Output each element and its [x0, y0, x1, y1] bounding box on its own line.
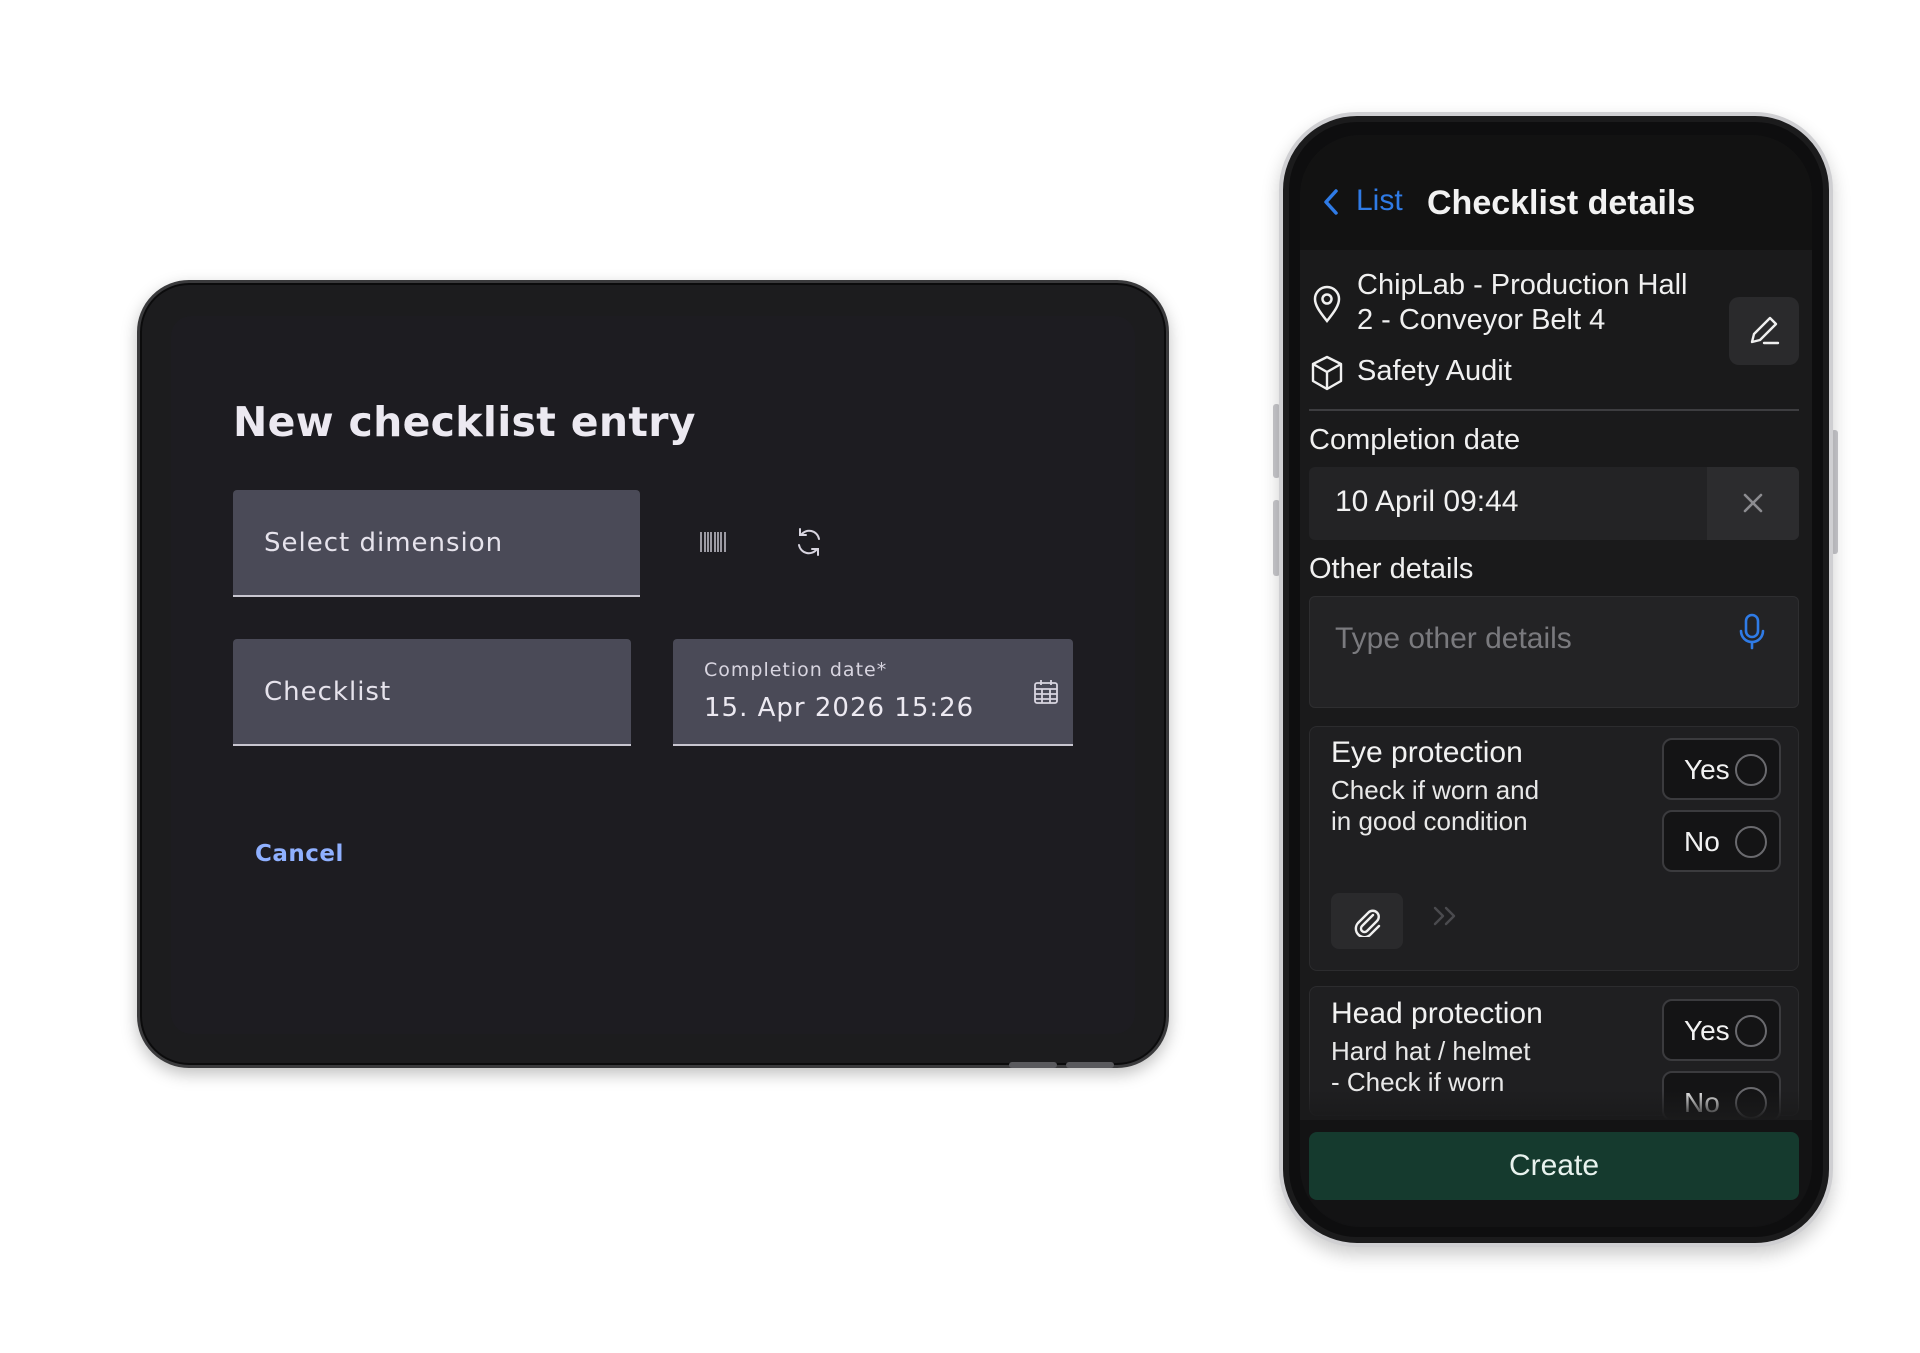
location-text: ChipLab - Production Hall 2 - Conveyor B… — [1357, 268, 1717, 338]
question-title: Head protection — [1331, 997, 1543, 1030]
radio-circle — [1735, 754, 1767, 786]
paperclip-icon — [1354, 909, 1381, 937]
location-pin-icon — [1309, 284, 1345, 324]
back-to-list-link[interactable]: List — [1356, 184, 1403, 218]
chevron-left-icon[interactable] — [1320, 185, 1342, 219]
radio-circle — [1735, 826, 1767, 858]
completion-date-field[interactable]: Completion date* 15. Apr 2026 15:26 — [673, 639, 1073, 746]
checklist-field[interactable]: Checklist — [233, 639, 631, 746]
page-title: Checklist details — [1427, 184, 1696, 222]
other-details-placeholder: Type other details — [1335, 622, 1572, 655]
other-details-heading: Other details — [1309, 553, 1474, 585]
completion-date-heading: Completion date — [1309, 424, 1521, 456]
question-subtitle-line: Check if worn and — [1331, 775, 1540, 805]
option-yes[interactable]: Yes — [1662, 999, 1781, 1061]
dialog-title: New checklist entry — [233, 398, 696, 446]
barcode-icon[interactable] — [699, 530, 727, 559]
select-dimension-label: Select dimension — [264, 527, 504, 558]
question-subtitle: Hard hat / helmet - Check if worn — [1331, 1036, 1571, 1098]
scroll-fade — [1300, 1090, 1812, 1120]
location-line-1: ChipLab - Production Hall — [1357, 269, 1688, 301]
box-icon — [1309, 354, 1345, 392]
close-icon — [1743, 493, 1763, 513]
edit-pencil-icon — [1750, 316, 1780, 345]
completion-date-value: 10 April 09:44 — [1335, 485, 1519, 518]
calendar-icon[interactable] — [1033, 679, 1059, 705]
option-yes[interactable]: Yes — [1662, 738, 1781, 800]
divider — [1309, 409, 1799, 411]
completion-date-value: 15. Apr 2026 15:26 — [704, 693, 975, 723]
question-subtitle-line: in good condition — [1331, 806, 1528, 836]
refresh-icon[interactable] — [793, 526, 825, 563]
audit-type: Safety Audit — [1357, 355, 1512, 387]
tablet-button — [1009, 1062, 1057, 1068]
tablet-button — [1066, 1062, 1114, 1068]
location-line-2: 2 - Conveyor Belt 4 — [1357, 304, 1606, 336]
question-title: Eye protection — [1331, 736, 1523, 769]
checklist-label: Checklist — [264, 676, 392, 707]
radio-circle — [1735, 1015, 1767, 1047]
completion-date-label: Completion date* — [704, 659, 888, 681]
attach-button[interactable] — [1331, 893, 1403, 949]
cancel-button[interactable]: Cancel — [255, 841, 344, 867]
option-no[interactable]: No — [1662, 810, 1781, 872]
option-yes-label: Yes — [1684, 1015, 1730, 1046]
microphone-icon[interactable] — [1737, 612, 1767, 652]
option-yes-label: Yes — [1684, 754, 1730, 785]
option-no-label: No — [1684, 826, 1720, 857]
edit-button[interactable] — [1729, 297, 1799, 365]
question-subtitle: Check if worn and in good condition — [1331, 775, 1571, 837]
create-button[interactable]: Create — [1309, 1132, 1799, 1200]
question-subtitle-line: Hard hat / helmet — [1331, 1036, 1531, 1066]
clear-date-button[interactable] — [1707, 467, 1799, 540]
chevrons-right-icon[interactable] — [1431, 903, 1459, 935]
select-dimension-field[interactable]: Select dimension — [233, 490, 640, 597]
